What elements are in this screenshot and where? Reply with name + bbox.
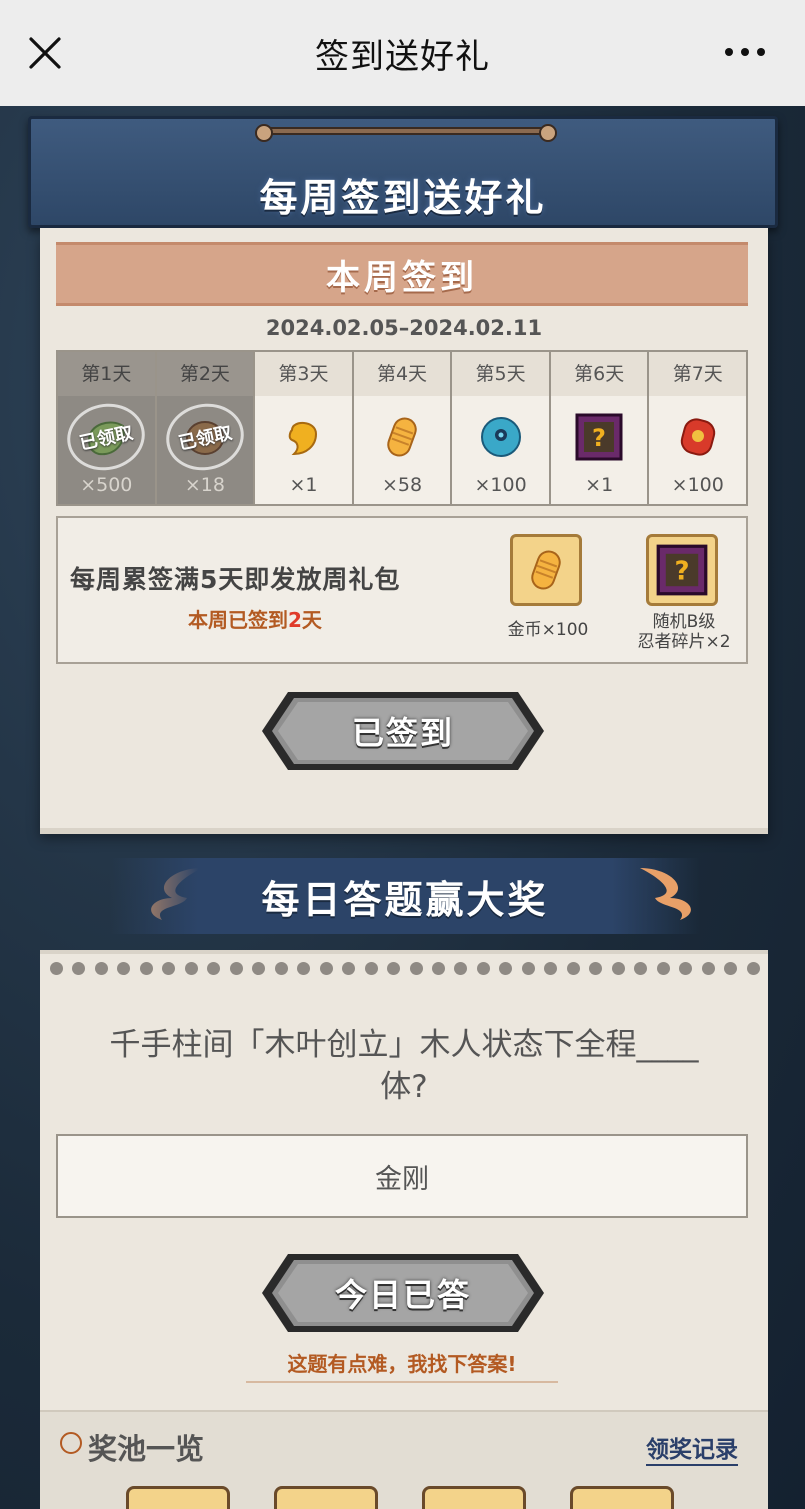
prize-pool-title: 奖池一览 [88, 1432, 205, 1466]
reward-coin-slot[interactable] [510, 534, 582, 606]
prize-slot[interactable] [570, 1486, 674, 1509]
red-scroll-icon [680, 418, 715, 456]
svg-text:?: ? [674, 557, 689, 587]
weekly-checkin-banner: 每周签到送好礼 [28, 116, 778, 228]
claimed-stamp: 已领取 [159, 396, 250, 478]
gold-coin-icon [531, 550, 561, 590]
reward-shard-caption: 随机B级 忍者碎片×2 [624, 612, 744, 652]
close-icon[interactable] [28, 36, 62, 70]
gold-drop-icon [289, 422, 318, 456]
day-quantity: ×100 [474, 474, 527, 496]
page-title: 签到送好礼 [315, 36, 490, 77]
blue-orb-icon [480, 417, 521, 457]
weekly-bonus-text: 每周累签满5天即发放周礼包 [70, 565, 401, 594]
find-answer-link[interactable]: 这题有点难，我找下答案! [246, 1348, 558, 1383]
daily-quiz-banner: 每日答题赢大奖 [110, 858, 700, 934]
reward-shard-caption-line2: 忍者碎片×2 [637, 632, 731, 652]
progress-suffix: 天 [301, 608, 322, 632]
reward-records-link[interactable]: 领奖记录 [646, 1430, 738, 1466]
day-3-cell: 第3天 ×1 [255, 352, 354, 504]
prize-slot[interactable] [126, 1486, 230, 1509]
weekly-checkin-title: 每周签到送好礼 [259, 176, 547, 220]
day-1-cell: 第1天 已领取 ×500 [58, 352, 157, 504]
prize-pool-icon [60, 1432, 82, 1454]
top-navigation-bar: 签到送好礼 [0, 0, 805, 106]
quiz-question: 千手柱间「木叶创立」木人状态下全程____ 体? [56, 1024, 752, 1108]
day-7-cell: 第7天 ×100 [649, 352, 747, 504]
day-label: 第4天 [353, 352, 451, 396]
day-quantity: ×1 [585, 474, 614, 496]
progress-count: 2 [288, 608, 302, 632]
day-4-cell: 第4天 ×58 [353, 352, 453, 504]
day-quantity: ×1 [289, 474, 318, 496]
page-background: 每周签到送好礼 本周签到 2024.02.05–2024.02.11 第1天 已… [0, 106, 805, 1509]
day-label: 第7天 [649, 352, 747, 396]
mystery-shard-icon: ? [656, 544, 708, 596]
this-week-header: 本周签到 [56, 242, 748, 306]
day-label: 第2天 [156, 352, 254, 396]
answered-today-button[interactable]: 今日已答 [258, 1250, 548, 1336]
day-quantity: ×18 [184, 474, 225, 496]
gold-coin-icon [387, 417, 417, 457]
checked-in-button[interactable]: 已签到 [258, 688, 548, 774]
flame-right-decoration [640, 868, 691, 920]
reward-coin-caption: 金币×100 [507, 620, 589, 640]
day-6-cell: 第6天 ? ×1 [550, 352, 650, 504]
day-label: 第3天 [255, 352, 352, 396]
day-quantity: ×500 [80, 474, 133, 496]
quiz-question-line2: 体? [380, 1069, 428, 1105]
reward-shard-slot[interactable]: ? [646, 534, 718, 606]
quiz-question-line1: 千手柱间「木叶创立」木人状态下全程____ [109, 1027, 699, 1063]
answer-option[interactable]: 金刚 [56, 1134, 748, 1218]
mystery-shard-icon: ? [575, 413, 623, 461]
prize-pool-section: 奖池一览 领奖记录 [40, 1410, 768, 1509]
scroll-rod-decoration [255, 124, 557, 142]
checkin-progress: 本周已签到2天 [188, 604, 322, 633]
claimed-stamp: 已领取 [61, 396, 152, 478]
answered-today-label: 今日已答 [334, 1276, 471, 1314]
checked-in-label: 已签到 [351, 714, 454, 752]
more-options-icon[interactable] [725, 44, 765, 60]
weekly-bonus-box: 每周累签满5天即发放周礼包 本周已签到2天 金币×100 ? 随机B级 忍者碎片… [56, 516, 748, 664]
day-label: 第1天 [58, 352, 155, 396]
quiz-panel: 千手柱间「木叶创立」木人状态下全程____ 体? 金刚 今日已答 这题有点难，我… [40, 954, 768, 1509]
progress-prefix: 本周已签到 [188, 608, 288, 632]
day-quantity: ×58 [381, 474, 423, 496]
prize-slot[interactable] [274, 1486, 378, 1509]
day-label: 第6天 [550, 352, 648, 396]
date-range: 2024.02.05–2024.02.11 [265, 316, 543, 340]
day-2-cell: 第2天 已领取 ×18 [156, 352, 256, 504]
day-quantity: ×100 [671, 474, 724, 496]
day-label: 第5天 [452, 352, 549, 396]
checkin-panel: 本周签到 2024.02.05–2024.02.11 第1天 已领取 ×500 … [40, 228, 768, 828]
checkin-days-grid: 第1天 已领取 ×500 第2天 已领取 ×18 第3天 ×1 第4天 ×58 [56, 350, 748, 506]
svg-text:?: ? [592, 424, 606, 452]
notebook-holes-decoration [50, 962, 760, 978]
prize-slot[interactable] [422, 1486, 526, 1509]
day-5-cell: 第5天 ×100 [452, 352, 551, 504]
reward-shard-caption-line1: 随机B级 [652, 612, 716, 632]
